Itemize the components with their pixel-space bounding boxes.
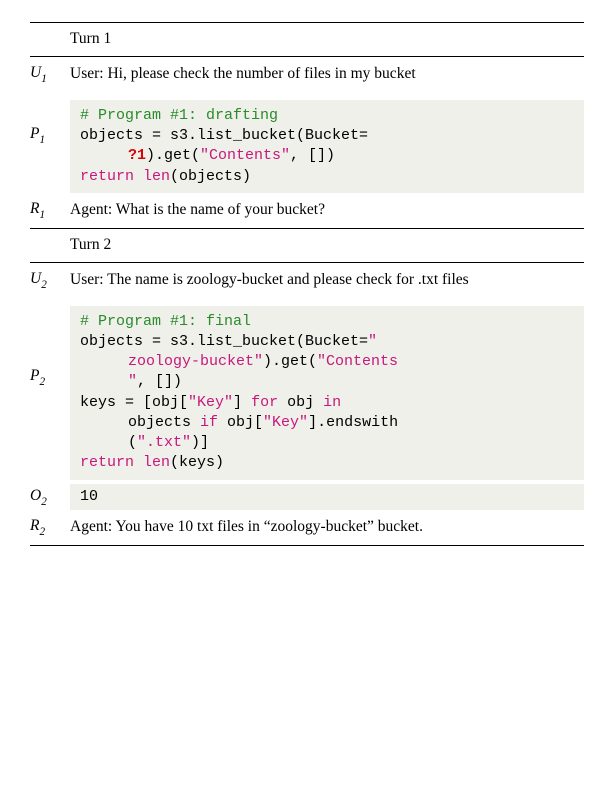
label-R1: R1 xyxy=(30,197,70,222)
turn1-user-text: User: Hi, please check the number of fil… xyxy=(70,61,584,88)
turn1-user-row: U1 User: Hi, please check the number of … xyxy=(30,61,584,88)
turn2-user-text: User: The name is zoology-bucket and ple… xyxy=(70,267,584,294)
rule-bottom xyxy=(30,545,584,546)
turn2-agent-text: Agent: You have 10 txt files in “zoology… xyxy=(70,514,584,541)
label-R2: R2 xyxy=(30,514,70,539)
code-comment: # Program #1: drafting xyxy=(80,107,278,124)
placeholder-token: ?1 xyxy=(128,147,146,164)
rule-top xyxy=(30,22,584,23)
rule-after-turn1-header xyxy=(30,56,584,57)
turn2-output: 10 xyxy=(70,484,584,510)
turn2-agent-row: R2 Agent: You have 10 txt files in “zool… xyxy=(30,514,584,541)
turn1-header: Turn 1 xyxy=(70,25,584,54)
turn1-code-row: P1 # Program #1: drafting objects = s3.l… xyxy=(30,100,584,193)
turn2-code: # Program #1: final objects = s3.list_bu… xyxy=(70,306,584,480)
turn1-code: # Program #1: drafting objects = s3.list… xyxy=(70,100,584,193)
turn1-agent-row: R1 Agent: What is the name of your bucke… xyxy=(30,197,584,224)
code-comment: # Program #1: final xyxy=(80,313,251,330)
label-P2: P2 xyxy=(30,306,70,389)
turn2-user-row: U2 User: The name is zoology-bucket and … xyxy=(30,267,584,294)
rule-before-turn2 xyxy=(30,228,584,229)
turn2-code-row: P2 # Program #1: final objects = s3.list… xyxy=(30,306,584,480)
turn2-header: Turn 2 xyxy=(70,231,584,260)
label-O2: O2 xyxy=(30,484,70,509)
rule-after-turn2-header xyxy=(30,262,584,263)
turn1-agent-text: Agent: What is the name of your bucket? xyxy=(70,197,584,224)
label-U1: U1 xyxy=(30,61,70,86)
label-P1: P1 xyxy=(30,100,70,147)
turn2-output-row: O2 10 xyxy=(30,484,584,510)
label-U2: U2 xyxy=(30,267,70,292)
